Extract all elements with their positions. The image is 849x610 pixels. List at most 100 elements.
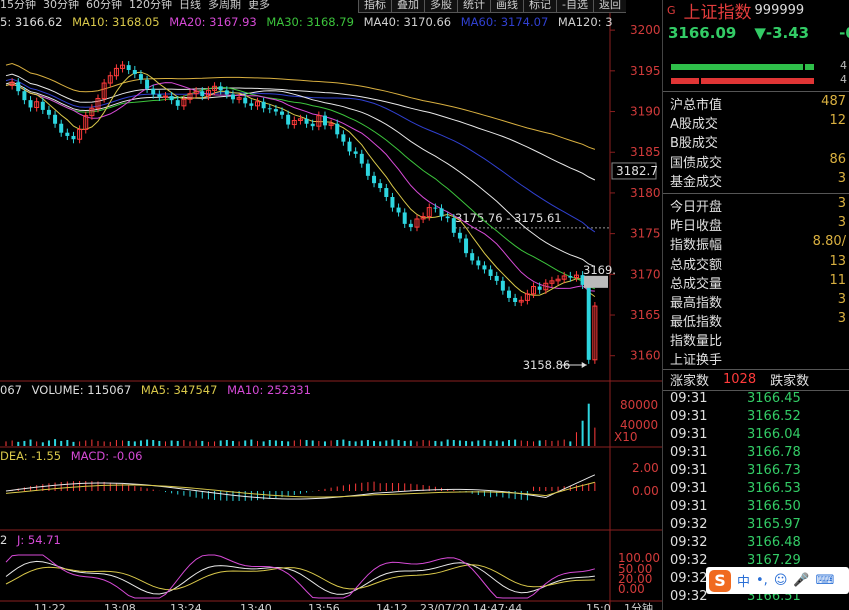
candle-down <box>261 101 266 109</box>
time-axis-label: 13:40 <box>240 602 272 610</box>
stat-value: 12 <box>829 113 846 129</box>
group-flag[interactable]: G <box>667 4 676 17</box>
candle-down <box>537 286 542 290</box>
ime-emoji-icon[interactable]: ☺ <box>774 573 788 588</box>
candle-down <box>365 163 370 176</box>
candle-down <box>445 216 450 219</box>
stat-row: 今日开盘 3 <box>663 196 849 215</box>
candle-down <box>464 238 469 254</box>
time-axis-label: 23/07/20 14:47:44 <box>420 602 522 610</box>
stat-value: 3 <box>837 311 846 327</box>
stat-row: 昨日收盘 3 <box>663 215 849 234</box>
macd-axis-label: 0.00 <box>632 484 659 498</box>
candle-down <box>249 103 254 106</box>
breadth-num-1: 4 <box>840 59 847 72</box>
time-axis-label: 13:56 <box>308 602 340 610</box>
candle-down <box>470 253 475 261</box>
stat-value: 86 <box>829 151 846 167</box>
time-axis-label: 13:08 <box>104 602 136 610</box>
candle-down <box>384 188 389 197</box>
tick-price: 3165.97 <box>747 516 801 532</box>
ma5-value: 5: 3166.62 <box>0 15 63 29</box>
tick-row: 09:31 3166.50 <box>663 499 849 517</box>
stat-row: A股成交 12 <box>663 113 849 132</box>
tick-time: 09:31 <box>670 390 708 406</box>
candle-down <box>46 109 51 115</box>
down-count-label: 跌家数 <box>770 374 810 390</box>
candle-down <box>280 111 285 115</box>
index-name: 上证指数 <box>683 2 752 23</box>
tick-row: 09:31 3166.78 <box>663 445 849 463</box>
quote-panel: G 上证指数 999999 3166.09 ▼-3.43 -0 4 4 沪总市值… <box>662 0 849 610</box>
ma60-value: MA60: 3174.07 <box>460 15 549 29</box>
macd-dea: DEA: -1.55 <box>0 449 62 463</box>
ime-punctuation-icon[interactable]: •, <box>756 573 768 588</box>
tick-price: 3166.45 <box>747 390 801 406</box>
ma60-line-white <box>5 73 596 181</box>
tick-time: 09:31 <box>670 408 708 424</box>
quote-header: G 上证指数 999999 <box>663 0 849 23</box>
tick-time: 09:31 <box>670 498 708 514</box>
stat-value: 3 <box>837 215 846 231</box>
price-axis-label: 3165 <box>630 308 661 322</box>
volume-ma10: MA10: 252331 <box>227 383 311 397</box>
tick-price: 3166.48 <box>747 534 801 550</box>
ma120-value: MA120: 3 <box>557 15 613 29</box>
stat-row: 沪总市值 487 <box>663 94 849 113</box>
candle-down <box>310 123 315 127</box>
ime-toolbar[interactable]: S 中 •, ☺ 🎤 ⌨ <box>706 567 849 594</box>
candle-down <box>65 132 70 136</box>
stat-label: 指数量比 <box>670 334 723 350</box>
tick-time: 09:32 <box>670 516 708 532</box>
tick-row: 09:31 3166.45 <box>663 391 849 409</box>
candle-down <box>218 86 223 91</box>
volume-value: VOLUME: 115067 <box>31 383 132 397</box>
candle-up <box>162 95 168 98</box>
kline-chart-area[interactable]: 15分钟 30分钟 60分钟 120分钟 日线 多周期 更多 指标 叠加 多股 统计 画线 标记 -自选… <box>0 0 662 610</box>
candle-down <box>457 232 462 239</box>
stat-label: 沪总市值 <box>670 98 723 113</box>
candle-down <box>243 97 248 104</box>
stat-label: 基金成交 <box>670 174 723 190</box>
ma20-value: MA20: 3167.93 <box>169 15 257 29</box>
hover-price-label: 3169. <box>583 263 616 277</box>
candle-down <box>359 153 364 164</box>
candle-down <box>341 134 346 142</box>
tick-row: 09:31 3166.73 <box>663 463 849 481</box>
candle-down <box>586 284 591 360</box>
candle-down <box>347 141 352 152</box>
candle-down <box>451 218 456 233</box>
candle-down <box>40 101 45 110</box>
stat-row: 总成交量 11 <box>663 273 849 292</box>
macd-axis-label: 2.00 <box>632 461 659 475</box>
ime-keyboard-icon[interactable]: ⌨ <box>816 573 835 588</box>
stat-label: 总成交额 <box>670 257 723 273</box>
tick-time: 09:31 <box>670 480 708 496</box>
chart-canvas[interactable]: 3200 3195 3190 3185 3180 3175 3170 3165 3160 3182… <box>0 0 662 610</box>
candle-down <box>494 275 499 281</box>
tick-time: 09:31 <box>670 462 708 478</box>
candle-down <box>433 207 438 209</box>
stat-value: 3 <box>837 170 846 186</box>
stat-value: 11 <box>829 272 846 288</box>
candle-down <box>304 118 309 124</box>
ime-chinese-mode[interactable]: 中 <box>737 571 750 590</box>
candle-down <box>157 94 162 97</box>
candle-down <box>71 135 76 140</box>
price-axis-label: 3175 <box>630 227 661 241</box>
volume-prefix: 067 <box>0 383 22 397</box>
sogou-logo-icon[interactable]: S <box>709 569 731 592</box>
tick-time: 09:31 <box>670 426 708 442</box>
tick-row: 09:31 3166.53 <box>663 481 849 499</box>
ma30-value: MA30: 3168.79 <box>266 15 354 29</box>
price-axis-label: 3185 <box>630 145 661 159</box>
time-axis-label: 14:12 <box>376 602 408 610</box>
stat-row: 指数量比 <box>663 330 849 349</box>
price-axis-label: 3195 <box>630 64 661 78</box>
stat-row: 国债成交 86 <box>663 152 849 171</box>
candle-down <box>506 290 511 298</box>
candle-down <box>151 88 156 95</box>
candle-down <box>53 114 58 124</box>
ime-voice-icon[interactable]: 🎤 <box>793 573 809 588</box>
candle-down <box>378 183 383 189</box>
